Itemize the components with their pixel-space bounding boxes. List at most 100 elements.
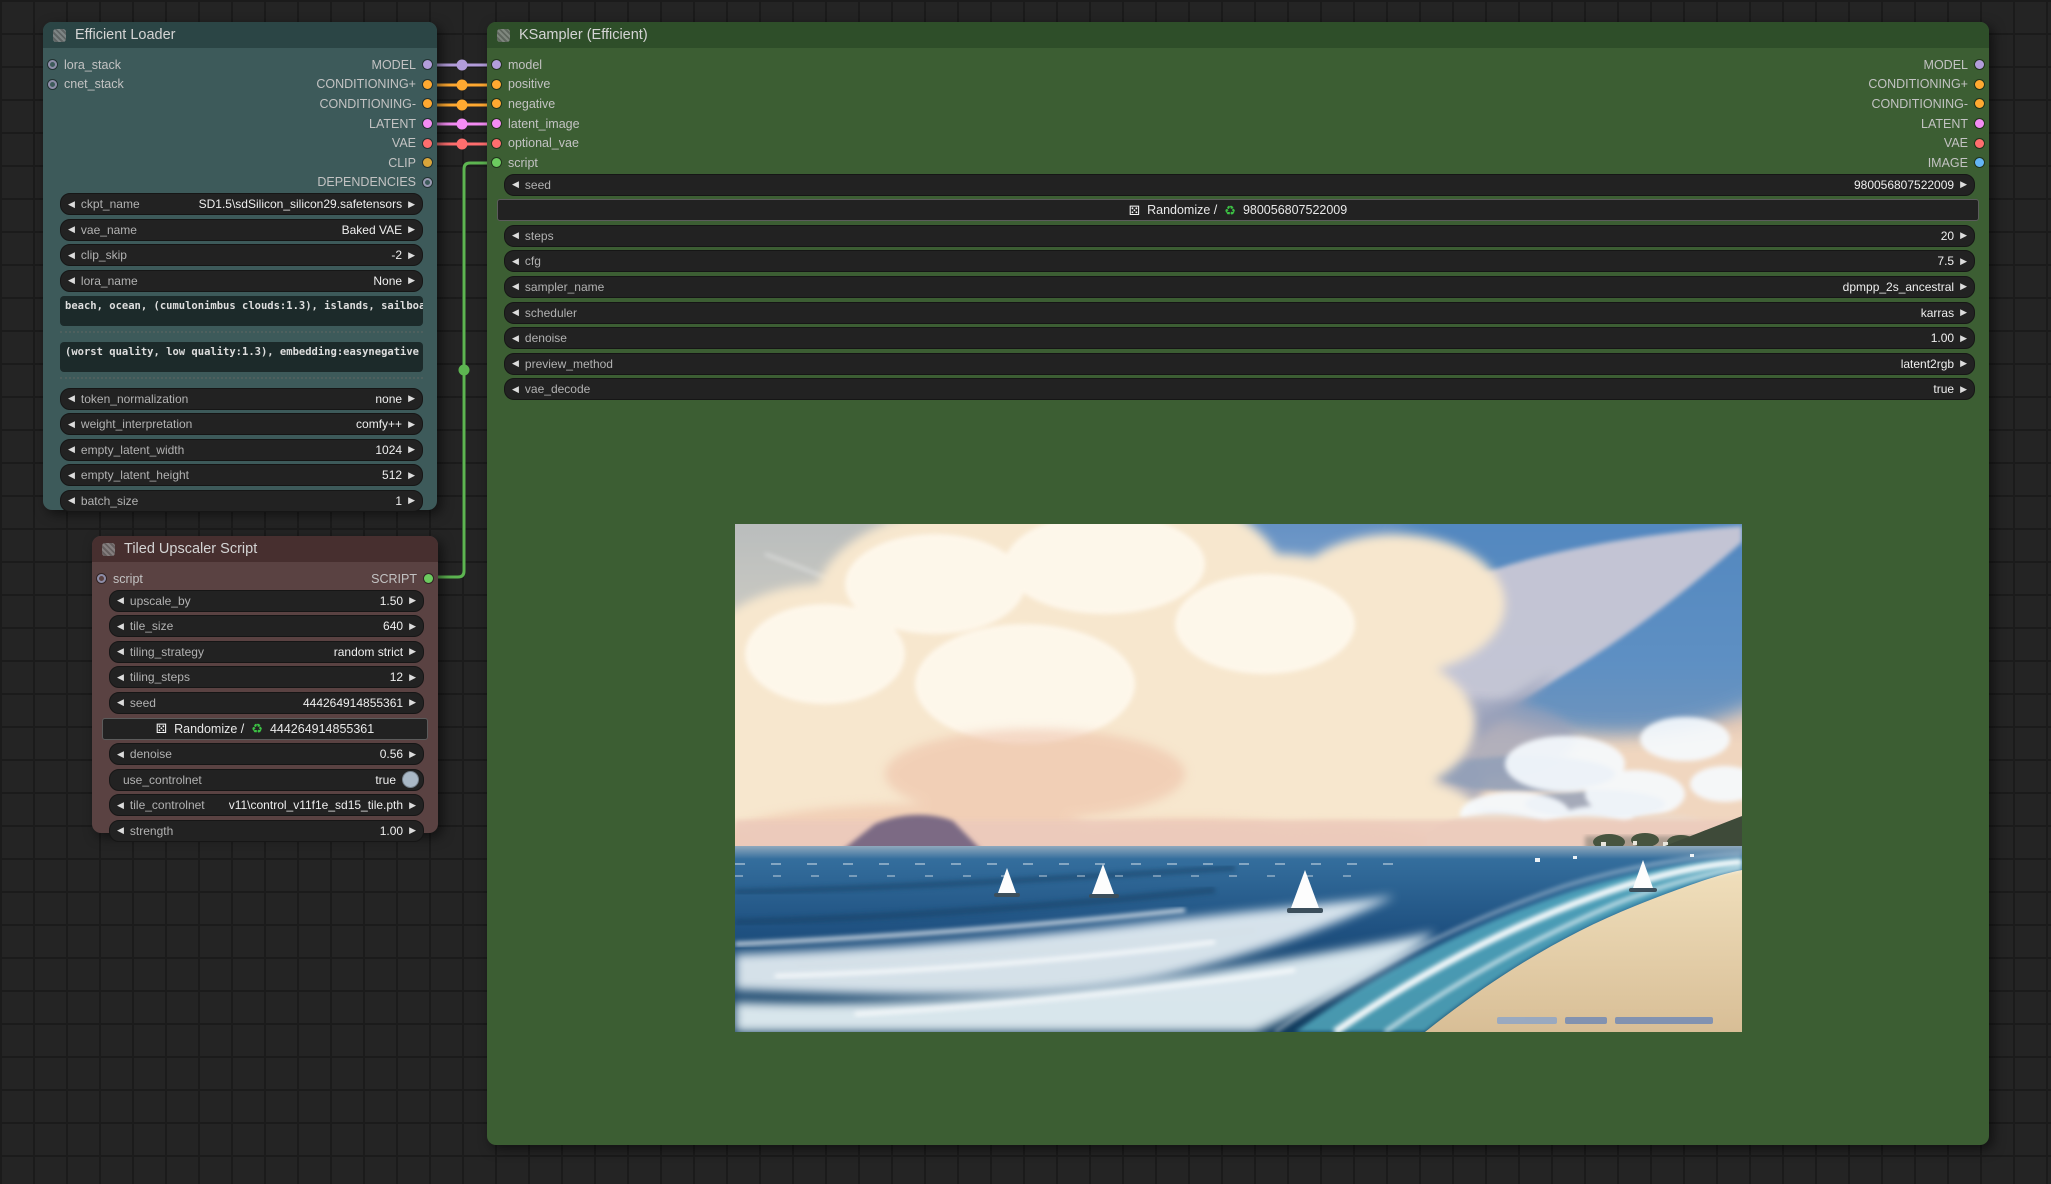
input-port-positive[interactable]: positive xyxy=(492,77,550,91)
output-dot-MODEL[interactable] xyxy=(1975,60,1984,69)
input-port-latent_image[interactable]: latent_image xyxy=(492,117,580,131)
increment-arrow-icon[interactable]: ▶ xyxy=(1960,231,1967,240)
output-dot-IMAGE[interactable] xyxy=(1975,158,1984,167)
input-dot-negative[interactable] xyxy=(492,99,501,108)
decrement-arrow-icon[interactable]: ◀ xyxy=(512,231,519,240)
input-port-negative[interactable]: negative xyxy=(492,97,555,111)
output-port-CONDITIONING+[interactable]: CONDITIONING+ xyxy=(1868,77,1984,91)
decrement-arrow-icon[interactable]: ◀ xyxy=(117,698,124,707)
input-port-lora_stack[interactable]: lora_stack xyxy=(48,58,121,72)
randomize-button[interactable]: ⚄Randomize /♻980056807522009 xyxy=(497,199,1979,221)
output-port-DEPENDENCIES[interactable]: DEPENDENCIES xyxy=(317,175,432,189)
node-collapse-icon[interactable] xyxy=(53,29,66,42)
randomize-button[interactable]: ⚄Randomize /♻444264914855361 xyxy=(102,718,428,740)
increment-arrow-icon[interactable]: ▶ xyxy=(408,471,415,480)
output-dot-VAE[interactable] xyxy=(1975,139,1984,148)
decrement-arrow-icon[interactable]: ◀ xyxy=(68,251,75,260)
increment-arrow-icon[interactable]: ▶ xyxy=(1960,385,1967,394)
output-port-IMAGE[interactable]: IMAGE xyxy=(1928,156,1984,170)
decrement-arrow-icon[interactable]: ◀ xyxy=(117,596,124,605)
output-port-SCRIPT[interactable]: SCRIPT xyxy=(371,572,433,586)
input-dot-optional_vae[interactable] xyxy=(492,139,501,148)
decrement-arrow-icon[interactable]: ◀ xyxy=(68,420,75,429)
increment-arrow-icon[interactable]: ▶ xyxy=(409,801,416,810)
node-tiled-upscaler-script[interactable]: Tiled Upscaler Script script SCRIPT ◀upsc… xyxy=(92,536,438,833)
widget-seed[interactable]: ◀seed444264914855361▶ xyxy=(109,692,424,714)
output-dot-MODEL[interactable] xyxy=(423,60,432,69)
widget-empty_latent_width[interactable]: ◀empty_latent_width1024▶ xyxy=(60,439,423,461)
widget-clip_skip[interactable]: ◀clip_skip-2▶ xyxy=(60,244,423,266)
output-dot-CONDITIONING+[interactable] xyxy=(423,80,432,89)
output-dot-CONDITIONING+[interactable] xyxy=(1975,80,1984,89)
increment-arrow-icon[interactable]: ▶ xyxy=(1960,257,1967,266)
decrement-arrow-icon[interactable]: ◀ xyxy=(117,826,124,835)
output-dot-SCRIPT[interactable] xyxy=(424,574,433,583)
input-dot-positive[interactable] xyxy=(492,80,501,89)
increment-arrow-icon[interactable]: ▶ xyxy=(409,647,416,656)
widget-token_normalization[interactable]: ◀token_normalizationnone▶ xyxy=(60,388,423,410)
decrement-arrow-icon[interactable]: ◀ xyxy=(68,496,75,505)
decrement-arrow-icon[interactable]: ◀ xyxy=(512,334,519,343)
increment-arrow-icon[interactable]: ▶ xyxy=(408,420,415,429)
node-collapse-icon[interactable] xyxy=(102,543,115,556)
decrement-arrow-icon[interactable]: ◀ xyxy=(512,257,519,266)
negative-prompt-textarea[interactable]: (worst quality, low quality:1.3), embedd… xyxy=(60,342,423,372)
increment-arrow-icon[interactable]: ▶ xyxy=(409,826,416,835)
widget-tile_controlnet[interactable]: ◀tile_controlnetv11\control_v11f1e_sd15_… xyxy=(109,794,424,816)
increment-arrow-icon[interactable]: ▶ xyxy=(409,698,416,707)
widget-vae_name[interactable]: ◀vae_nameBaked VAE▶ xyxy=(60,219,423,241)
input-port-script[interactable]: script xyxy=(97,572,143,586)
increment-arrow-icon[interactable]: ▶ xyxy=(409,596,416,605)
output-dot-CONDITIONING-[interactable] xyxy=(1975,99,1984,108)
input-dot-cnet_stack[interactable] xyxy=(48,80,57,89)
output-dot-LATENT[interactable] xyxy=(423,119,432,128)
increment-arrow-icon[interactable]: ▶ xyxy=(409,673,416,682)
input-dot-script[interactable] xyxy=(492,158,501,167)
input-dot-script[interactable] xyxy=(97,574,106,583)
output-dot-VAE[interactable] xyxy=(423,139,432,148)
output-dot-CONDITIONING-[interactable] xyxy=(423,99,432,108)
input-dot-model[interactable] xyxy=(492,60,501,69)
widget-strength[interactable]: ◀strength1.00▶ xyxy=(109,820,424,842)
widget-denoise[interactable]: ◀denoise1.00▶ xyxy=(504,327,1975,349)
decrement-arrow-icon[interactable]: ◀ xyxy=(512,385,519,394)
node-editor-canvas[interactable]: Efficient Loader lora_stack MODEL cnet_sta… xyxy=(0,0,2051,1184)
decrement-arrow-icon[interactable]: ◀ xyxy=(117,622,124,631)
toggle-knob-icon[interactable] xyxy=(402,771,419,788)
output-port-CONDITIONING-[interactable]: CONDITIONING- xyxy=(319,97,432,111)
node-title-bar[interactable]: Efficient Loader xyxy=(43,22,437,48)
widget-ckpt_name[interactable]: ◀ckpt_nameSD1.5\sdSilicon_silicon29.safe… xyxy=(60,193,423,215)
widget-upscale_by[interactable]: ◀upscale_by1.50▶ xyxy=(109,590,424,612)
input-port-model[interactable]: model xyxy=(492,58,542,72)
widget-batch_size[interactable]: ◀batch_size1▶ xyxy=(60,490,423,512)
increment-arrow-icon[interactable]: ▶ xyxy=(409,750,416,759)
increment-arrow-icon[interactable]: ▶ xyxy=(408,496,415,505)
increment-arrow-icon[interactable]: ▶ xyxy=(408,225,415,234)
decrement-arrow-icon[interactable]: ◀ xyxy=(512,180,519,189)
output-port-VAE[interactable]: VAE xyxy=(392,136,432,150)
widget-steps[interactable]: ◀steps20▶ xyxy=(504,225,1975,247)
increment-arrow-icon[interactable]: ▶ xyxy=(409,622,416,631)
output-port-MODEL[interactable]: MODEL xyxy=(372,58,432,72)
widget-preview_method[interactable]: ◀preview_methodlatent2rgb▶ xyxy=(504,353,1975,375)
output-dot-LATENT[interactable] xyxy=(1975,119,1984,128)
widget-cfg[interactable]: ◀cfg7.5▶ xyxy=(504,250,1975,272)
positive-prompt-textarea[interactable]: beach, ocean, (cumulonimbus clouds:1.3),… xyxy=(60,296,423,326)
decrement-arrow-icon[interactable]: ◀ xyxy=(117,673,124,682)
node-collapse-icon[interactable] xyxy=(497,29,510,42)
input-port-optional_vae[interactable]: optional_vae xyxy=(492,136,579,150)
widget-scheduler[interactable]: ◀schedulerkarras▶ xyxy=(504,302,1975,324)
widget-vae_decode[interactable]: ◀vae_decodetrue▶ xyxy=(504,378,1975,400)
decrement-arrow-icon[interactable]: ◀ xyxy=(117,801,124,810)
textarea-resize-handle[interactable] xyxy=(60,372,423,379)
widget-tile_size[interactable]: ◀tile_size640▶ xyxy=(109,615,424,637)
decrement-arrow-icon[interactable]: ◀ xyxy=(68,225,75,234)
increment-arrow-icon[interactable]: ▶ xyxy=(1960,359,1967,368)
decrement-arrow-icon[interactable]: ◀ xyxy=(512,282,519,291)
widget-seed[interactable]: ◀seed980056807522009▶ xyxy=(504,174,1975,196)
input-port-cnet_stack[interactable]: cnet_stack xyxy=(48,77,124,91)
widget-weight_interpretation[interactable]: ◀weight_interpretationcomfy++▶ xyxy=(60,413,423,435)
decrement-arrow-icon[interactable]: ◀ xyxy=(512,308,519,317)
node-title-bar[interactable]: Tiled Upscaler Script xyxy=(92,536,438,562)
node-efficient-loader[interactable]: Efficient Loader lora_stack MODEL cnet_sta… xyxy=(43,22,437,510)
